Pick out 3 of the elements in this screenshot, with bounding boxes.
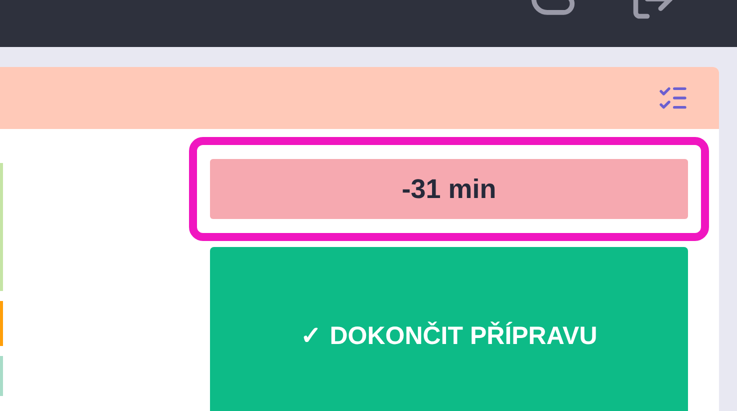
finish-button[interactable]: ✓ DOKONČIT PŘÍPRAVU <box>210 247 688 411</box>
check-icon: ✓ <box>300 318 322 356</box>
timer-badge: -31 min <box>210 159 688 219</box>
